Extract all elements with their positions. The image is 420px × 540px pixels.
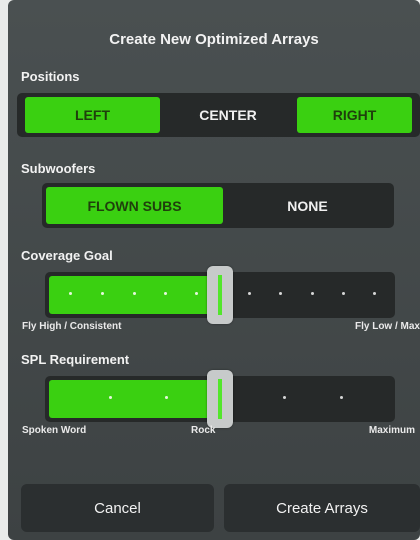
dialog-title: Create New Optimized Arrays	[109, 31, 319, 48]
slider-tick	[283, 396, 286, 399]
slider-tick	[133, 292, 136, 295]
create-arrays-button[interactable]: Create Arrays	[224, 484, 420, 532]
no-subs-button[interactable]: NONE	[225, 187, 390, 224]
position-right-button[interactable]: RIGHT	[297, 97, 412, 133]
slider-tick	[165, 396, 168, 399]
positions-label: Positions	[21, 69, 80, 84]
slider-tick	[279, 292, 282, 295]
subwoofers-label: Subwoofers	[21, 161, 96, 176]
slider-tick	[69, 292, 72, 295]
slider-tick	[342, 292, 345, 295]
spl-mid-label: Rock	[191, 425, 216, 436]
slider-tick	[101, 292, 104, 295]
coverage-goal-handle[interactable]	[207, 266, 233, 324]
spl-requirement-slider[interactable]	[45, 370, 395, 428]
slider-tick	[195, 292, 198, 295]
coverage-goal-label: Coverage Goal	[21, 248, 113, 263]
coverage-goal-fill	[49, 276, 220, 314]
slider-tick	[109, 396, 112, 399]
spl-requirement-handle[interactable]	[207, 370, 233, 428]
slider-tick	[311, 292, 314, 295]
spl-requirement-label: SPL Requirement	[21, 352, 130, 367]
slider-tick	[164, 292, 167, 295]
coverage-max-label: Fly Low / Max	[354, 321, 420, 332]
subwoofers-segmented-control: FLOWN SUBS NONE	[42, 183, 394, 228]
cancel-button[interactable]: Cancel	[21, 484, 214, 532]
coverage-goal-slider[interactable]	[45, 266, 395, 324]
handle-indicator	[218, 379, 222, 419]
slider-tick	[248, 292, 251, 295]
slider-tick	[373, 292, 376, 295]
handle-indicator	[218, 275, 222, 315]
position-left-button[interactable]: LEFT	[25, 97, 160, 133]
positions-segmented-control: LEFT CENTER RIGHT	[17, 93, 420, 137]
spl-min-label: Spoken Word	[22, 425, 87, 436]
spl-requirement-fill	[49, 380, 220, 418]
flown-subs-button[interactable]: FLOWN SUBS	[46, 187, 223, 224]
position-center-button[interactable]: CENTER	[162, 97, 294, 133]
create-arrays-dialog: Create New Optimized Arrays Positions LE…	[8, 0, 420, 540]
coverage-min-label: Fly High / Consistent	[22, 321, 122, 332]
slider-tick	[340, 396, 343, 399]
spl-max-label: Maximum	[368, 425, 415, 436]
